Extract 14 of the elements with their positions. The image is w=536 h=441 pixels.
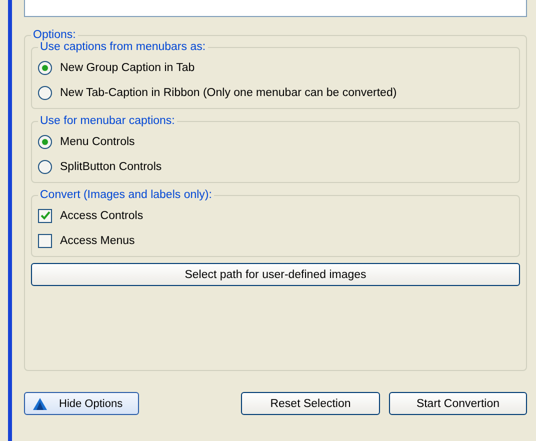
group-title: Convert (Images and labels only): xyxy=(39,189,213,201)
hide-options-button[interactable]: Hide Options xyxy=(24,392,139,415)
radio-label[interactable]: New Tab-Caption in Ribbon (Only one menubar can be converted) xyxy=(60,86,397,98)
reset-selection-button[interactable]: Reset Selection xyxy=(241,392,380,415)
radio-label[interactable]: New Group Caption in Tab xyxy=(60,62,195,74)
start-conversion-button[interactable]: Start Convertion xyxy=(389,392,527,415)
select-path-button[interactable]: Select path for user-defined images xyxy=(31,263,520,286)
checkbox-label[interactable]: Access Controls xyxy=(60,210,144,222)
radio-label[interactable]: Menu Controls xyxy=(60,136,135,148)
checkbox-label[interactable]: Access Menus xyxy=(60,234,135,246)
group-title: Options: xyxy=(32,29,77,41)
radio-label[interactable]: SplitButton Controls xyxy=(60,160,162,172)
group-title: Use for menubar captions: xyxy=(39,115,176,127)
group-title: Use captions from menubars as: xyxy=(39,41,207,53)
